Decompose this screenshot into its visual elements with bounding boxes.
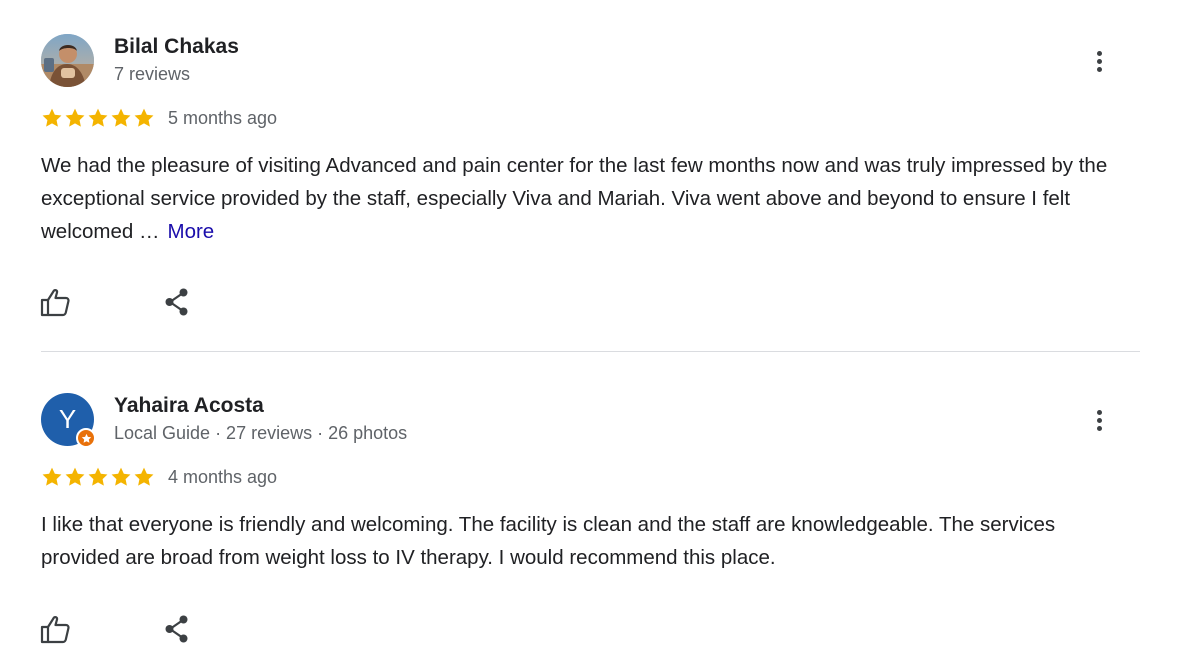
author-name[interactable]: Bilal Chakas: [114, 34, 239, 60]
review-card: Bilal Chakas 7 reviews 5 months ago We h…: [38, 32, 1141, 319]
star-icon: [88, 467, 108, 486]
author-meta[interactable]: Local Guide · 27 reviews · 26 photos: [114, 422, 407, 444]
star-icon: [111, 467, 131, 486]
more-options-button[interactable]: [1089, 44, 1109, 78]
review-header: Bilal Chakas 7 reviews: [41, 32, 1141, 90]
avatar[interactable]: Y: [41, 393, 96, 448]
star-icon: [65, 467, 85, 486]
author-meta[interactable]: 7 reviews: [114, 63, 190, 85]
star-icon: [42, 108, 62, 127]
author-name[interactable]: Yahaira Acosta: [114, 393, 264, 419]
star-icon: [111, 108, 131, 127]
reviews-list: Bilal Chakas 7 reviews 5 months ago We h…: [0, 0, 1200, 664]
star-icon: [88, 108, 108, 127]
review-header: Y Yahaira Acosta Local Guide · 27 review…: [41, 391, 1141, 449]
local-guide-badge: [76, 428, 96, 448]
share-button[interactable]: [160, 612, 194, 646]
review-actions: [38, 612, 1141, 646]
star-icon: [134, 467, 154, 486]
like-button[interactable]: [38, 612, 72, 646]
thumb-up-icon: [40, 289, 70, 317]
local-guide-star-icon: [81, 433, 91, 443]
avatar-photo: [41, 34, 94, 87]
review-card: Y Yahaira Acosta Local Guide · 27 review…: [38, 391, 1141, 646]
star-rating: [41, 466, 155, 488]
more-options-button[interactable]: [1089, 403, 1109, 437]
share-button[interactable]: [160, 285, 194, 319]
review-text: I like that everyone is friendly and wel…: [41, 508, 1121, 574]
review-text: We had the pleasure of visiting Advanced…: [41, 149, 1121, 248]
like-button[interactable]: [38, 285, 72, 319]
review-divider: [41, 351, 1140, 352]
star-rating: [41, 107, 155, 129]
avatar[interactable]: [41, 34, 94, 87]
more-vertical-icon: [1096, 409, 1102, 415]
review-date: 4 months ago: [168, 467, 278, 487]
star-icon: [65, 108, 85, 127]
more-vertical-icon: [1096, 50, 1102, 56]
review-date: 5 months ago: [168, 108, 278, 128]
share-icon: [165, 615, 188, 643]
rating-row: 4 months ago: [41, 465, 1141, 489]
thumb-up-icon: [40, 616, 70, 644]
share-icon: [165, 288, 188, 316]
more-link[interactable]: More: [168, 220, 215, 243]
star-icon: [134, 108, 154, 127]
review-text-body: I like that everyone is friendly and wel…: [41, 513, 1056, 569]
review-actions: [38, 285, 1141, 319]
star-icon: [42, 467, 62, 486]
rating-row: 5 months ago: [41, 106, 1141, 130]
